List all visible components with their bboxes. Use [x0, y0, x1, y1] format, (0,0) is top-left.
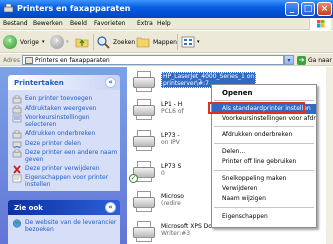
collapse-icon[interactable]: « [105, 202, 116, 213]
task-pane: Printertaken « Een printer toevoegen Afd… [0, 67, 127, 244]
menu-file[interactable]: Bestand [3, 20, 28, 27]
menu-bar: Bestand Bewerken Beeld Favorieten Extra … [0, 18, 333, 30]
views-button[interactable]: ▾ [181, 34, 200, 50]
default-printer-check-icon: ✓ [129, 174, 138, 183]
back-arrow-icon: ‹ [3, 35, 17, 49]
forward-arrow-icon: › [50, 35, 64, 49]
minimize-button[interactable]: _ [285, 2, 299, 16]
printer-icon [131, 69, 157, 95]
printer-label: LP73 S0 [161, 163, 182, 177]
menu-edit[interactable]: Bewerken [33, 20, 63, 27]
printer-icon [131, 97, 157, 123]
search-label: Zoeken [113, 38, 136, 46]
task-delete-printer[interactable]: Deze printer verwijderen [12, 165, 118, 174]
folders-label: Mappen [153, 38, 177, 46]
task-printer-properties[interactable]: Eigenschappen voor printer instellen [12, 174, 118, 188]
see-also-header[interactable]: Zie ook « [8, 200, 120, 215]
printer-tasks-panel: Een printer toevoegen Afdruktaken weerge… [8, 90, 120, 191]
rename-printer-icon [12, 149, 22, 158]
window-title: Printers en faxapparaten [17, 4, 131, 13]
task-rename-printer[interactable]: Deze printer een andere naam geven [12, 149, 118, 163]
printer-label: LP73 - on IPV [161, 132, 180, 146]
printer-label: LP1 - H PCL6 of [161, 101, 184, 115]
printer-icon: ✓ [129, 159, 157, 185]
search-button[interactable]: Zoeken [96, 34, 135, 50]
printer-icon [131, 189, 157, 215]
windows-logo-icon [309, 18, 331, 30]
printer-folder-icon [25, 57, 33, 64]
menu-item-pause-printing[interactable]: Afdrukken onderbreken [212, 130, 316, 140]
address-field[interactable]: Printers en faxapparaten [22, 55, 284, 65]
printer-label: Microso (redire [161, 193, 184, 207]
printer-tasks-title: Printertaken [14, 79, 64, 87]
printer-item-lp73-default[interactable]: ✓ LP73 S0 [129, 159, 182, 185]
task-pause-printing[interactable]: Afdrukken onderbreken [12, 130, 118, 139]
see-also-panel: De website van de leverancier bezoeken [8, 215, 120, 244]
address-bar: Adres Printers en faxapparaten ▾ ➔ Ga na… [0, 54, 333, 66]
close-button[interactable]: × [317, 2, 332, 16]
annotation-highlight-box [208, 102, 305, 114]
menu-item-open[interactable]: Openen [212, 88, 316, 98]
printer-folder-icon [3, 3, 14, 13]
pause-printer-icon [12, 130, 22, 139]
task-select-preferences[interactable]: Voorkeursinstellingen selecteren [12, 114, 118, 128]
printer-item-lp73[interactable]: LP73 - on IPV [131, 128, 180, 154]
printer-icon [131, 128, 157, 154]
go-button[interactable]: ➔ Ga naar [297, 55, 332, 65]
up-folder-button[interactable] [75, 34, 89, 50]
address-value: Printers en faxapparaten [35, 57, 110, 64]
menu-favorites[interactable]: Favorieten [94, 20, 125, 27]
printer-icon [131, 219, 157, 244]
collapse-icon[interactable]: « [105, 77, 116, 88]
vertical-scrollbar[interactable] [326, 67, 333, 244]
menu-item-rename[interactable]: Naam wijzigen [212, 194, 316, 204]
printer-item-microsoft[interactable]: Microso (redire [131, 189, 184, 215]
menu-view[interactable]: Beeld [70, 20, 87, 27]
folders-button[interactable]: Mappen [136, 34, 177, 50]
share-printer-icon [12, 140, 22, 149]
printer-item-lp1[interactable]: LP1 - H PCL6 of [131, 97, 184, 123]
address-label: Adres [3, 57, 20, 64]
properties-icon [12, 174, 22, 183]
preferences-icon [12, 114, 22, 123]
up-folder-icon [75, 38, 89, 48]
forward-button[interactable]: › ▾ [50, 34, 69, 50]
delete-x-icon [12, 165, 22, 174]
menu-tools[interactable]: Extra [137, 20, 153, 27]
menu-item-use-offline[interactable]: Printer off line gebruiken [212, 157, 316, 167]
title-bar: Printers en faxapparaten _ □ × [0, 0, 333, 18]
go-arrow-icon: ➔ [297, 55, 306, 65]
menu-item-printing-preferences[interactable]: Voorkeursinstellingen voor afdrukken... [212, 114, 316, 124]
menu-item-properties[interactable]: Eigenschappen [212, 212, 316, 222]
printer-tasks-header[interactable]: Printertaken « [8, 75, 120, 90]
views-grid-icon [181, 36, 195, 48]
toolbar: ‹ Vorige ▾ › ▾ Zoeken Mappen ▾ [0, 31, 333, 53]
back-label: Vorige [20, 38, 39, 46]
add-printer-icon [12, 95, 22, 104]
folders-icon [136, 37, 150, 48]
menu-help[interactable]: Help [157, 20, 171, 27]
menu-item-delete[interactable]: Verwijderen [212, 184, 316, 194]
task-share-printer[interactable]: Deze printer delen [12, 140, 118, 149]
task-visit-vendor-website[interactable]: De website van de leverancier bezoeken [12, 219, 118, 233]
maximize-button[interactable]: □ [301, 2, 315, 16]
task-add-printer[interactable]: Een printer toevoegen [12, 95, 118, 104]
globe-icon [12, 219, 22, 228]
back-button[interactable]: ‹ Vorige ▾ [3, 34, 44, 50]
see-also-title: Zie ook [14, 204, 43, 212]
print-queue-icon [12, 105, 22, 114]
task-view-print-jobs[interactable]: Afdruktaken weergeven [12, 105, 118, 114]
address-dropdown-button[interactable]: ▾ [284, 55, 294, 65]
menu-item-create-shortcut[interactable]: Snelkoppeling maken [212, 174, 316, 184]
go-label: Ga naar [308, 56, 332, 64]
search-icon [97, 36, 110, 49]
menu-item-share[interactable]: Delen... [212, 147, 316, 157]
